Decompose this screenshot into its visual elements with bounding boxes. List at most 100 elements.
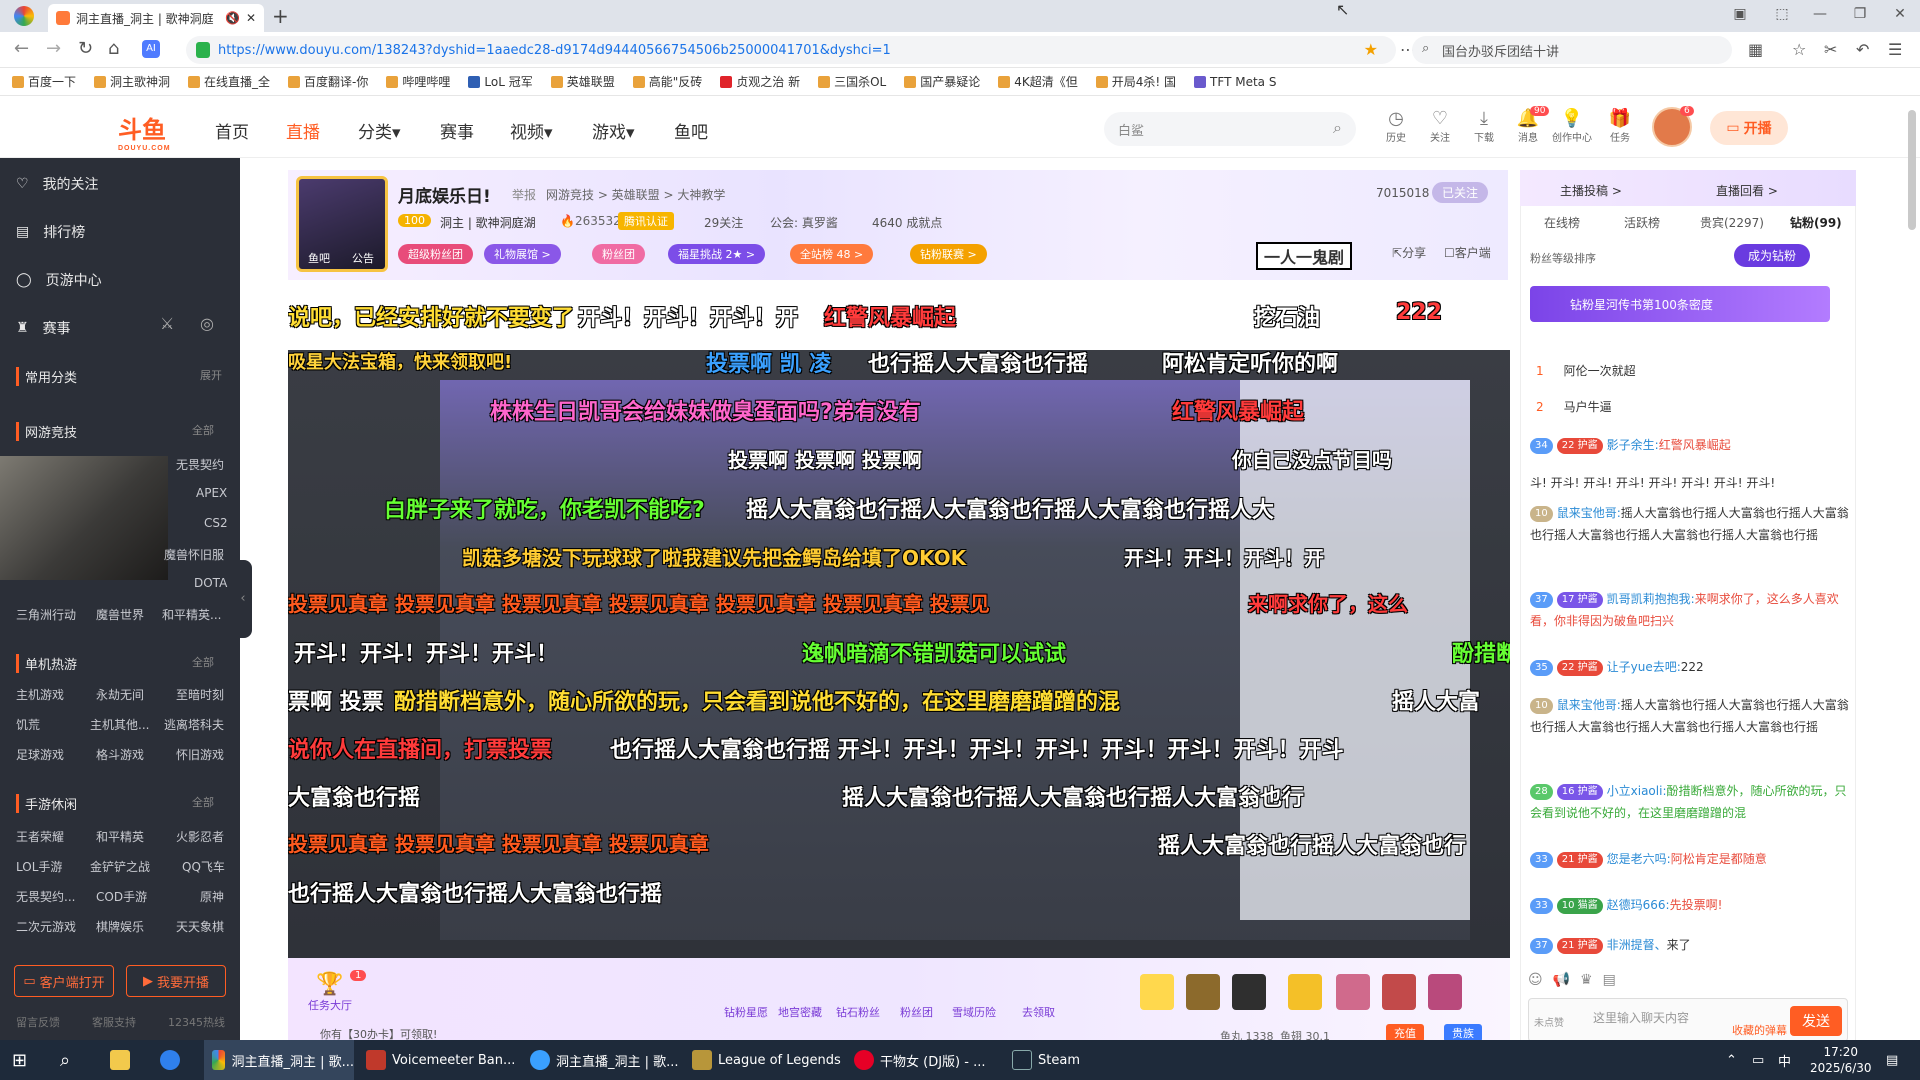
start-live-button[interactable]: ▭ 开播 [1710, 111, 1788, 145]
game-link[interactable]: APEX [196, 486, 227, 500]
lol-icon[interactable]: ⚔ [160, 314, 174, 333]
follow-button[interactable]: 已关注 [1432, 182, 1489, 203]
site-rank-tag[interactable]: 全站榜 48 > [790, 244, 874, 264]
bookmark-item[interactable]: TFT Meta S [1194, 75, 1276, 89]
nav-live[interactable]: 直播 [286, 118, 320, 143]
game-link[interactable]: 二次元游戏 [16, 918, 76, 935]
bookmark-item[interactable]: 在线直播_全 [188, 73, 270, 90]
sidebar-item-events[interactable]: ♜ 赛事 [16, 318, 71, 338]
sidebar-item-webgame[interactable]: ◯ 页游中心 [16, 270, 102, 290]
bookmark-item[interactable]: 国产暴疑论 [904, 73, 980, 90]
clock[interactable]: 17:20 2025/6/30 [1810, 1044, 1872, 1076]
game-link[interactable]: 主机其他... [90, 716, 149, 733]
game-link[interactable]: DOTA [194, 576, 227, 590]
footer-link[interactable]: 留言反馈 [16, 1014, 60, 1030]
bookmark-item[interactable]: 开局4杀! 国 [1095, 73, 1176, 90]
bookmark-item[interactable]: 三国杀OL [818, 73, 886, 90]
nav-video[interactable]: 视频▾ [510, 118, 553, 143]
client-link[interactable]: ☐客户端 [1444, 244, 1491, 261]
game-link[interactable]: 和平精英... [162, 606, 221, 623]
bookmark-star-icon[interactable]: ★ [1364, 40, 1378, 59]
network-icon[interactable]: ▭ [1752, 1040, 1764, 1080]
gift-slot[interactable] [1288, 974, 1322, 1010]
maximize-icon[interactable]: ❐ [1840, 0, 1880, 28]
gift-slot[interactable] [1186, 974, 1220, 1010]
apps-grid-icon[interactable]: ▦ [1748, 40, 1763, 59]
bookmark-item[interactable]: 贞观之治 新 [720, 73, 800, 90]
fans-sort-label[interactable]: 粉丝等级排序 [1530, 250, 1596, 266]
footer-link[interactable]: 客服支持 [92, 1014, 136, 1030]
bookmark-item[interactable]: 高能"反砖 [632, 73, 702, 90]
bookmark-item[interactable]: 百度翻译-你 [288, 73, 368, 90]
nav-games[interactable]: 游戏▾ [592, 118, 635, 143]
game-link[interactable]: 主机游戏 [16, 686, 64, 703]
tab-online-rank[interactable]: 在线榜 [1544, 214, 1580, 231]
search-icon[interactable]: ⌕ [60, 1040, 70, 1080]
gift-slot[interactable] [1140, 974, 1174, 1010]
k-app-icon[interactable] [160, 1040, 180, 1080]
section-online-games-all[interactable]: 全部 [192, 422, 214, 438]
guild-label[interactable]: 公会: 真罗酱 [770, 214, 838, 231]
sidebar-item-ranking[interactable]: ▤ 排行榜 [16, 222, 85, 242]
menu-icon[interactable]: ☰ [1888, 40, 1902, 59]
site-logo[interactable]: 斗鱼 DOUYU.COM [118, 110, 171, 152]
sidebar-collapse-handle[interactable]: ‹ [234, 560, 252, 638]
gamebar-item[interactable]: 地宫密藏 [778, 1004, 822, 1020]
gamebar-item[interactable]: 钻粉星愿 [724, 1004, 768, 1020]
report-link[interactable]: 举报 [512, 186, 536, 203]
gift-slot[interactable] [1428, 974, 1462, 1010]
anchor-name[interactable]: 洞主 | 歌神洞庭湖 [440, 214, 536, 231]
replay-link[interactable]: 直播回看 > [1716, 182, 1778, 199]
close-window-icon[interactable]: ✕ [1880, 0, 1920, 28]
nav-home[interactable]: 首页 [215, 118, 249, 143]
mute-icon[interactable]: 🔇 [225, 11, 240, 25]
favorites-icon[interactable]: ☆ [1792, 40, 1806, 59]
home-icon[interactable]: ⌂ [108, 38, 119, 59]
follow-button[interactable]: ♡ 关注 [1420, 108, 1460, 144]
room-category[interactable]: 网游竞技 > 英雄联盟 > 大神教学 [546, 186, 725, 203]
tab-close-icon[interactable]: ✕ [246, 11, 256, 25]
super-fan-tag[interactable]: 超级粉丝团 [398, 244, 473, 264]
gift-slot[interactable] [1336, 974, 1370, 1010]
game-link[interactable]: 永劫无间 [96, 686, 144, 703]
bookmark-item[interactable]: 百度一下 [12, 73, 76, 90]
game-link[interactable]: 火影忍者 [176, 828, 224, 845]
taskbar-app-steam[interactable]: Steam [1012, 1040, 1080, 1080]
gamebar-item[interactable]: 粉丝团 [900, 1004, 933, 1020]
game-link[interactable]: 格斗游戏 [96, 746, 144, 763]
site-search-input[interactable]: 白鲨 ⌕ [1104, 112, 1356, 146]
game-link[interactable]: 魔兽世界 [96, 606, 144, 623]
nav-events[interactable]: 赛事 [440, 118, 474, 143]
diamond-league-tag[interactable]: 钻粉联赛 > [910, 244, 987, 264]
game-link[interactable]: QQ飞车 [182, 858, 225, 875]
file-explorer-icon[interactable] [110, 1040, 130, 1080]
section-mobile-games-all[interactable]: 全部 [192, 794, 214, 810]
game-link[interactable]: 和平精英 [96, 828, 144, 845]
tab-active[interactable]: 洞主直播_洞主 | 歌神洞庭 🔇 ✕ [48, 4, 264, 32]
history-button[interactable]: ◷ 历史 [1376, 108, 1416, 144]
section-common-expand[interactable]: 展开 [200, 367, 222, 383]
gift-slot[interactable] [1382, 974, 1416, 1010]
creator-button[interactable]: 💡 创作中心 [1552, 108, 1592, 144]
taskbar-app-browser[interactable]: 洞主直播_洞主 | 歌... [204, 1040, 354, 1080]
game-link[interactable]: 足球游戏 [16, 746, 64, 763]
bookmark-item[interactable]: 哔哩哔哩 [386, 73, 450, 90]
anchor-notice-link[interactable]: 公告 [352, 250, 374, 266]
game-link[interactable]: 王者荣耀 [16, 828, 64, 845]
game-link[interactable]: CS2 [204, 516, 228, 530]
game-link[interactable]: 金铲铲之战 [90, 858, 150, 875]
back-icon[interactable]: ← [14, 38, 29, 59]
game-link[interactable]: 棋牌娱乐 [96, 918, 144, 935]
gamebar-item[interactable]: 雪域历险 [952, 1004, 996, 1020]
client-open-button[interactable]: ▭ 客户端打开 [14, 965, 114, 997]
game-link[interactable]: 饥荒 [16, 716, 40, 733]
gamebar-item[interactable]: 钻石粉丝 [836, 1004, 880, 1020]
gift-hall-tag[interactable]: 礼物展馆 > [484, 244, 561, 264]
crown-icon[interactable]: ♛ [1580, 972, 1603, 988]
ai-icon[interactable]: AI [142, 40, 160, 58]
game-link[interactable]: 魔兽怀旧服 [164, 546, 224, 563]
nav-fishbar[interactable]: 鱼吧 [674, 118, 708, 143]
section-single-games-all[interactable]: 全部 [192, 654, 214, 670]
gamebar-item[interactable]: 去领取 [1022, 1004, 1055, 1020]
dota-icon[interactable]: ◎ [200, 314, 214, 333]
